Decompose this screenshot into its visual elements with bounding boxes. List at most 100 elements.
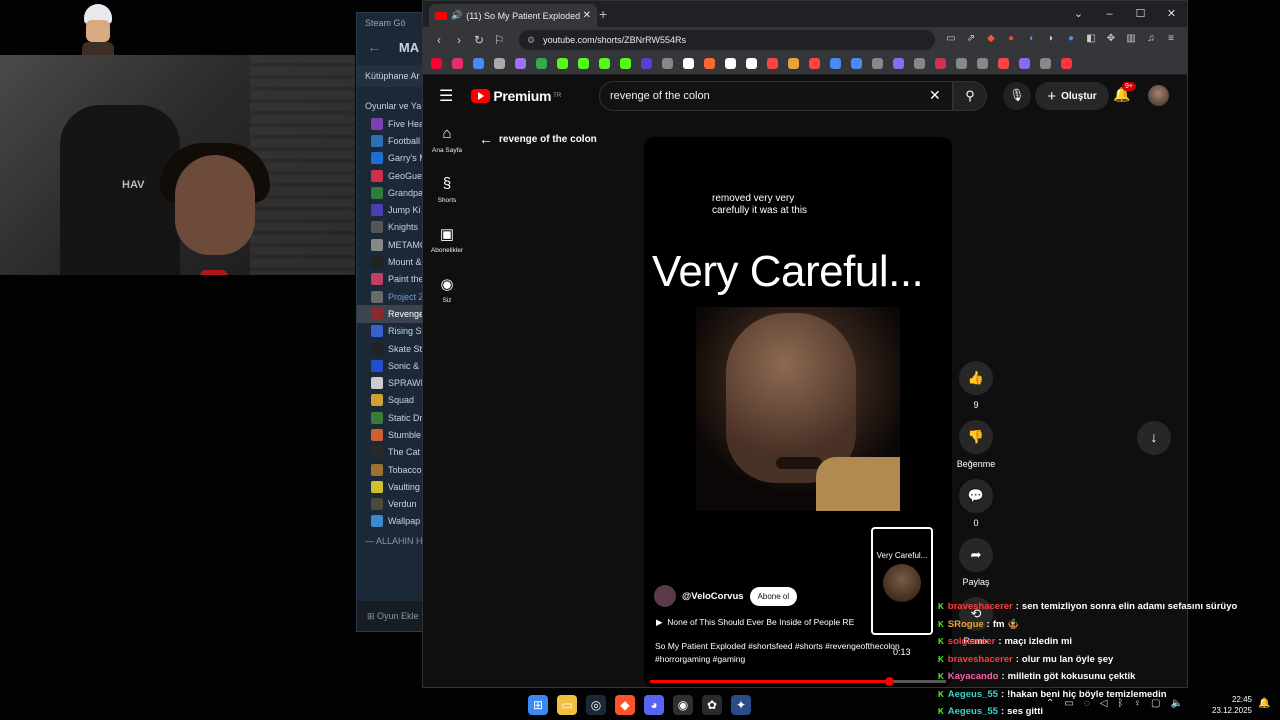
voice-search-button[interactable]: 🎙 (1003, 82, 1031, 110)
game-list-item[interactable]: Stumble (357, 426, 425, 443)
extension-icon[interactable]: ● (1001, 33, 1021, 47)
game-list-item[interactable]: Skate St (357, 340, 425, 357)
account-avatar[interactable] (1148, 85, 1169, 106)
music-icon[interactable]: ♫ (1141, 33, 1161, 47)
extension-icon[interactable]: ● (1061, 33, 1081, 47)
game-list-item[interactable]: METAMO (357, 236, 425, 253)
bookmark-favicon-icon[interactable] (662, 58, 673, 69)
game-list-item[interactable]: The Cat (357, 444, 425, 461)
bookmark-favicon-icon[interactable] (767, 58, 778, 69)
brave-browser-icon[interactable]: ◆ (615, 695, 635, 715)
notification-center-icon[interactable]: 🔔 (1258, 698, 1270, 709)
chat-username[interactable]: SRogue (948, 619, 984, 630)
rail-item-home[interactable]: ⌂ Ana Sayfa (423, 125, 471, 175)
share-button[interactable]: ➦ (959, 538, 993, 572)
game-list-item[interactable]: Knights (357, 219, 425, 236)
sidebar-icon[interactable]: ▥ (1121, 33, 1141, 47)
bookmark-favicon-icon[interactable] (578, 58, 589, 69)
share-icon[interactable]: ⇗ (961, 33, 981, 47)
games-section-label[interactable]: Oyunlar ve Ya (357, 93, 425, 115)
bookmark-icon[interactable]: ⚐ (489, 33, 509, 47)
bookmark-favicon-icon[interactable] (1061, 58, 1072, 69)
game-list-item[interactable]: Five Hea (357, 115, 425, 132)
game-list-item[interactable]: Revenge (357, 305, 425, 323)
notifications-button[interactable]: 🔔 9+ (1113, 82, 1136, 103)
close-window-button[interactable]: ✕ (1156, 1, 1187, 27)
comments-button[interactable]: 💬 (959, 479, 993, 513)
rail-item-shorts[interactable]: § Shorts (423, 175, 471, 225)
discord-icon[interactable]: ◕ (644, 695, 664, 715)
bookmark-favicon-icon[interactable] (746, 58, 757, 69)
bookmark-favicon-icon[interactable] (788, 58, 799, 69)
back-icon[interactable]: ← (367, 39, 381, 55)
mic-tray-icon[interactable]: ♀ (1134, 698, 1142, 709)
subscribe-button[interactable]: Abone ol (749, 586, 798, 606)
steam-nav-title[interactable]: MA (399, 40, 419, 55)
progress-handle[interactable] (885, 677, 894, 686)
like-button[interactable]: 👍 (959, 361, 993, 395)
add-game-button[interactable]: ⊞ Oyun Ekle (357, 601, 425, 631)
game-list-item[interactable]: Garry's M (357, 150, 425, 167)
category-header[interactable]: — ALLAHIN HE (357, 530, 425, 546)
bookmark-favicon-icon[interactable] (1019, 58, 1030, 69)
chevron-down-icon[interactable]: ⌄ (1063, 1, 1094, 27)
channel-avatar[interactable] (654, 585, 676, 607)
chat-username[interactable]: solgameer (948, 636, 996, 647)
game-list-item[interactable]: Vaulting (357, 478, 425, 495)
game-list-item[interactable]: Mount & (357, 253, 425, 270)
bookmark-favicon-icon[interactable] (998, 58, 1009, 69)
minimize-button[interactable]: – (1094, 1, 1125, 27)
game-list-item[interactable]: Paint the (357, 271, 425, 288)
site-info-icon[interactable]: ⚙ (527, 35, 535, 46)
game-list-item[interactable]: Squad (357, 392, 425, 409)
bookmark-favicon-icon[interactable] (914, 58, 925, 69)
chevron-up-icon[interactable]: ⌃ (1046, 698, 1054, 709)
new-tab-button[interactable]: + (599, 6, 607, 22)
bookmark-favicon-icon[interactable] (452, 58, 463, 69)
reload-icon[interactable]: ↻ (469, 33, 489, 47)
menu-icon[interactable]: ≡ (1161, 33, 1181, 47)
extensions-puzzle-icon[interactable]: ✥ (1101, 33, 1121, 47)
sound-link[interactable]: ▶ None of This Should Ever Be Inside of … (656, 617, 876, 628)
forward-icon[interactable]: › (449, 33, 469, 47)
game-list-item[interactable]: Tobacco (357, 461, 425, 478)
clear-search-icon[interactable]: ✕ (929, 87, 941, 104)
bluetooth-icon[interactable]: ᛒ (1118, 698, 1124, 709)
steam-menu-bar[interactable]: Steam Gö (357, 13, 425, 35)
battery-icon[interactable]: ▭ (1064, 698, 1073, 709)
bookmark-favicon-icon[interactable] (683, 58, 694, 69)
bookmark-favicon-icon[interactable] (830, 58, 841, 69)
channel-name[interactable]: @VeloCorvus (682, 591, 744, 602)
extension-icon[interactable]: ◧ (1081, 33, 1101, 47)
bookmark-favicon-icon[interactable] (557, 58, 568, 69)
game-list-item[interactable]: Sonic & (357, 357, 425, 374)
bookmark-favicon-icon[interactable] (536, 58, 547, 69)
file-explorer-icon[interactable]: ▭ (557, 695, 577, 715)
app-icon[interactable]: ✿ (702, 695, 722, 715)
volume-icon[interactable]: ◁ (1100, 698, 1108, 709)
bookmark-favicon-icon[interactable] (977, 58, 988, 69)
cast-icon[interactable]: ▭ (941, 33, 961, 47)
system-clock[interactable]: 22:45 23.12.2025 (1208, 694, 1252, 716)
chat-username[interactable]: braveshacerer (948, 601, 1013, 612)
rail-item-you[interactable]: ◉ Siz (423, 275, 471, 325)
close-tab-icon[interactable]: ✕ (583, 10, 591, 21)
maximize-button[interactable]: ☐ (1125, 1, 1156, 27)
bookmark-favicon-icon[interactable] (893, 58, 904, 69)
bookmark-favicon-icon[interactable] (956, 58, 967, 69)
settings-icon[interactable]: ✦ (731, 695, 751, 715)
steam-icon[interactable]: ◎ (586, 695, 606, 715)
game-list-item[interactable]: Project Z (357, 288, 425, 305)
speaker-icon[interactable]: 🔊 (451, 10, 462, 21)
bookmark-favicon-icon[interactable] (431, 58, 442, 69)
bookmark-favicon-icon[interactable] (851, 58, 862, 69)
search-input[interactable]: revenge of the colon (599, 81, 953, 111)
chat-username[interactable]: Kayacando (948, 671, 999, 682)
bookmark-favicon-icon[interactable] (641, 58, 652, 69)
chat-username[interactable]: braveshacerer (948, 654, 1013, 665)
youtube-logo[interactable]: Premium TR (471, 88, 561, 104)
back-icon[interactable]: ‹ (429, 33, 449, 47)
speaker-tray-icon[interactable]: 🔈 (1170, 698, 1182, 709)
bookmark-favicon-icon[interactable] (494, 58, 505, 69)
hamburger-menu-icon[interactable]: ☰ (439, 86, 453, 106)
